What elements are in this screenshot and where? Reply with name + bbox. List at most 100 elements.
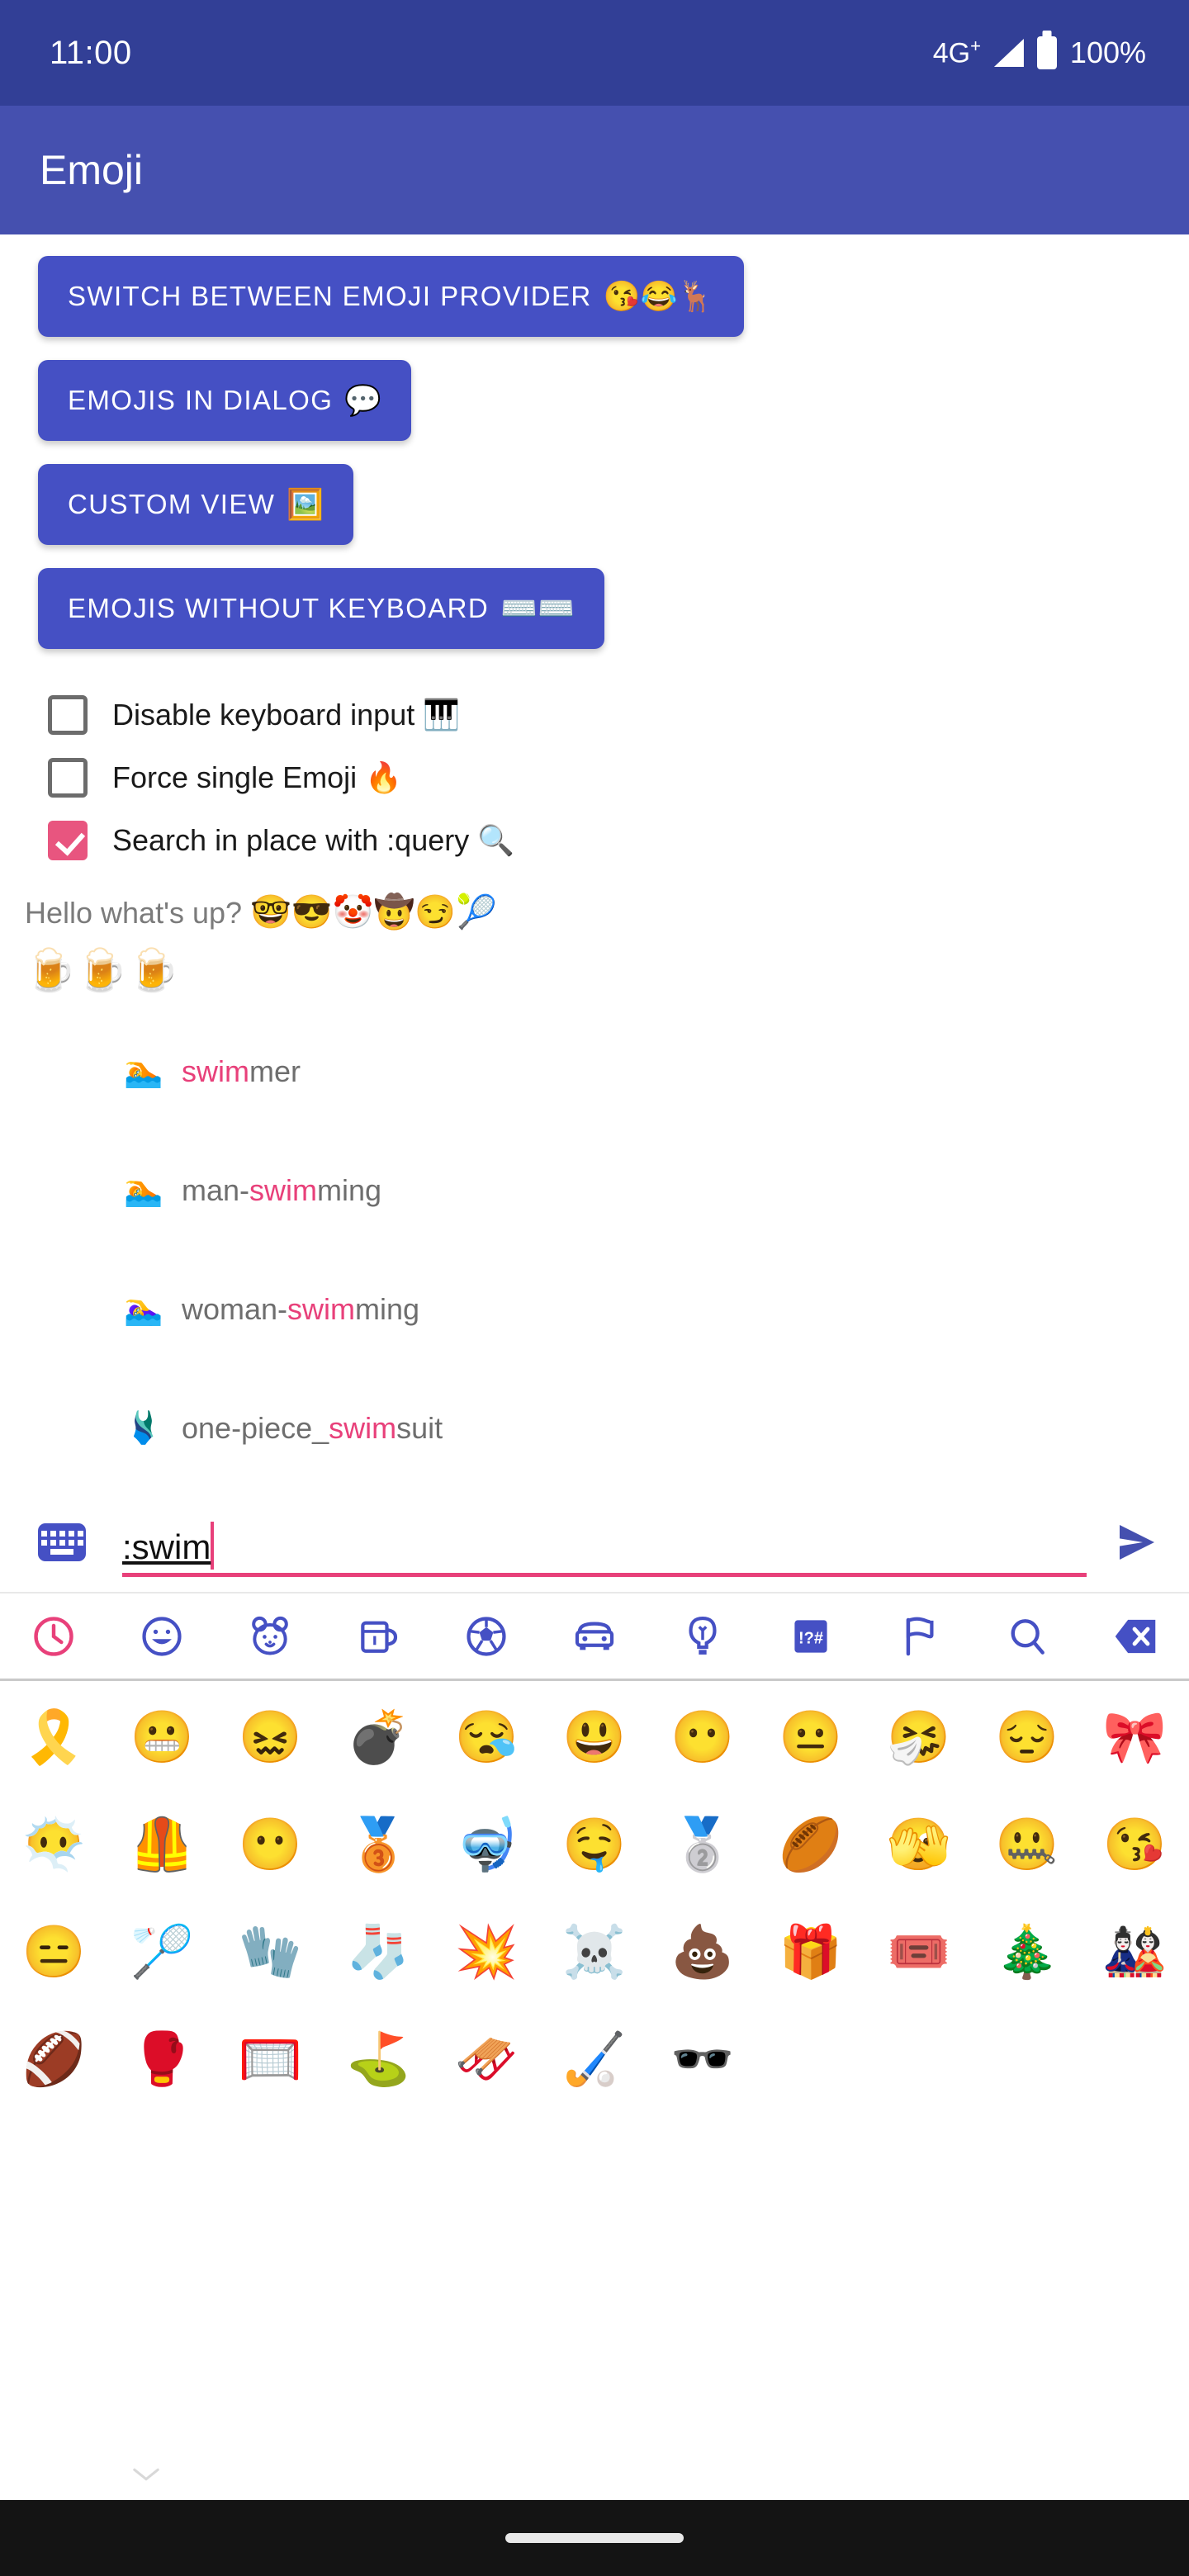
list-item[interactable]: 🏊‍♀️ woman-swimming [0, 1250, 1189, 1369]
emoji-cell[interactable]: 😔 [973, 1684, 1081, 1792]
emoji-cell[interactable]: 🛷 [433, 2006, 541, 2114]
list-item[interactable]: 🏊 man-swimming [0, 1131, 1189, 1250]
punctuation-icon: !?# [794, 1619, 827, 1653]
emoji-cell[interactable]: 🤧 [865, 1684, 973, 1792]
sidebar-item-smileys[interactable] [108, 1593, 216, 1679]
emojis-without-keyboard-button[interactable]: EMOJIS WITHOUT KEYBOARD ⌨️⌨️ [38, 568, 604, 649]
signal-strength-icon [993, 39, 1024, 67]
sidebar-item-animals[interactable] [216, 1593, 324, 1679]
emoji-cell[interactable]: 🫣 [865, 1792, 973, 1899]
emoji-cell[interactable]: 🎟️ [865, 1899, 973, 2006]
suggestion-prefix: man- [182, 1173, 250, 1207]
emoji-cell[interactable]: 🤿 [433, 1792, 541, 1899]
keyboard-icon[interactable] [38, 1523, 86, 1561]
home-indicator[interactable] [505, 2533, 684, 2543]
button-emoji: 😘😂🦌 [603, 279, 715, 313]
emoji-cell[interactable]: 🤐 [973, 1792, 1081, 1899]
checkbox-disable-keyboard-input[interactable]: Disable keyboard input 🎹 [0, 695, 1189, 735]
sidebar-item-flags[interactable] [865, 1593, 973, 1679]
suggestion-label: man-swimming [182, 1173, 381, 1208]
checkbox-label: Force single Emoji 🔥 [112, 760, 402, 795]
emoji-cell[interactable]: 🦺 [108, 1792, 216, 1899]
suggestion-emoji: 🩱 [124, 1411, 163, 1446]
status-clock: 11:00 [50, 34, 132, 71]
send-icon[interactable] [1111, 1519, 1163, 1565]
soccer-ball-icon [467, 1616, 506, 1656]
checkbox-search-in-place[interactable]: Search in place with :query 🔍 [0, 821, 1189, 860]
list-item[interactable]: 🩱 one-piece_swimsuit [0, 1369, 1189, 1488]
emoji-cell[interactable]: 🎄 [973, 1899, 1081, 2006]
car-icon [575, 1621, 614, 1650]
sidebar-item-symbols[interactable]: !?# [756, 1593, 865, 1679]
sidebar-item-food[interactable] [324, 1593, 433, 1679]
emoji-cell[interactable]: 🥈 [648, 1792, 756, 1899]
emoji-cell[interactable]: 🧦 [324, 1899, 433, 2006]
checkbox-box[interactable] [48, 821, 88, 860]
emoji-cell[interactable]: 😖 [216, 1684, 324, 1792]
status-indicators: 4G+ 100% [933, 36, 1146, 70]
emoji-cell[interactable]: 🎀 [1081, 1684, 1189, 1792]
emoji-cell[interactable]: 🥉 [324, 1792, 433, 1899]
emoji-cell[interactable]: 🎗️ [0, 1684, 108, 1792]
emoji-cell[interactable]: 🎎 [1081, 1899, 1189, 2006]
emoji-cell[interactable]: ⛳ [324, 2006, 433, 2114]
suggestion-suffix: ming [355, 1292, 420, 1326]
suggestion-match: swim [249, 1173, 318, 1207]
emoji-cell[interactable]: 💥 [433, 1899, 541, 2006]
emoji-cell[interactable]: 🤤 [541, 1792, 649, 1899]
checkbox-force-single-emoji[interactable]: Force single Emoji 🔥 [0, 758, 1189, 798]
emoji-cell[interactable]: 😶 [648, 1684, 756, 1792]
emoji-cell[interactable]: 😘 [1081, 1792, 1189, 1899]
suggestion-suffix: mer [249, 1054, 301, 1088]
suggestion-emoji: 🏊‍♀️ [124, 1292, 163, 1327]
sidebar-item-recent[interactable] [0, 1593, 108, 1679]
emoji-cell[interactable]: 😶 [216, 1792, 324, 1899]
checkbox-box[interactable] [48, 758, 88, 798]
network-type-text: 4G [932, 37, 971, 69]
cup-icon [361, 1621, 398, 1653]
checkbox-box[interactable] [48, 695, 88, 735]
emoji-cell[interactable]: 🧤 [216, 1899, 324, 2006]
list-item[interactable]: 🏊 swimmer [0, 1012, 1189, 1131]
emoji-cell[interactable]: 😃 [541, 1684, 649, 1792]
emojis-in-dialog-button[interactable]: EMOJIS IN DIALOG 💬 [38, 360, 412, 441]
checkbox-label-text: Force single Emoji [112, 760, 358, 794]
emoji-cell[interactable]: 🏈 [0, 2006, 108, 2114]
switch-emoji-provider-button[interactable]: SWITCH BETWEEN EMOJI PROVIDER 😘😂🦌 [38, 256, 745, 337]
emoji-cell[interactable]: 🏉 [756, 1792, 865, 1899]
suggestion-label: woman-swimming [182, 1292, 419, 1327]
emoji-cell[interactable]: 😐 [756, 1684, 865, 1792]
search-input-value: :swim [122, 1527, 211, 1566]
emoji-cell[interactable]: 🏸 [108, 1899, 216, 2006]
sidebar-item-objects[interactable] [648, 1593, 756, 1679]
sidebar-item-search[interactable] [973, 1593, 1081, 1679]
clock-icon [34, 1616, 74, 1656]
emoji-cell[interactable]: ☠️ [541, 1899, 649, 2006]
emoji-cell[interactable]: 🕶️ [648, 2006, 756, 2114]
emoji-cell[interactable]: 🏑 [541, 2006, 649, 2114]
emoji-cell[interactable]: 😪 [433, 1684, 541, 1792]
chevron-down-icon[interactable] [132, 2467, 160, 2482]
emoji-row: 🎗️ 😬 😖 💣 😪 😃 😶 😐 🤧 😔 🎀 [0, 1684, 1189, 1792]
emoji-cell[interactable]: 🎁 [756, 1899, 865, 2006]
emoji-row: 😶‍🌫️ 🦺 😶 🥉 🤿 🤤 🥈 🏉 🫣 🤐 😘 [0, 1792, 1189, 1899]
checkbox-label: Disable keyboard input 🎹 [112, 698, 460, 732]
emoji-cell[interactable]: 😑 [0, 1899, 108, 2006]
emoji-cell[interactable]: 💣 [324, 1684, 433, 1792]
battery-icon [1036, 36, 1057, 69]
suggestion-match: swim [182, 1054, 249, 1088]
sidebar-item-travel[interactable] [541, 1593, 649, 1679]
sidebar-item-activity[interactable] [433, 1593, 541, 1679]
search-input[interactable]: :swim [122, 1508, 1087, 1577]
emoji-cell[interactable]: 😶‍🌫️ [0, 1792, 108, 1899]
emoji-cell[interactable]: 🥊 [108, 2006, 216, 2114]
status-bar: 11:00 4G+ 100% [0, 0, 1189, 106]
emoji-cell[interactable]: 😬 [108, 1684, 216, 1792]
checkbox-label: Search in place with :query 🔍 [112, 823, 514, 858]
backspace-button[interactable] [1081, 1593, 1189, 1679]
custom-view-button[interactable]: CUSTOM VIEW 🖼️ [38, 464, 354, 545]
checkbox-label-text: Disable keyboard input [112, 698, 415, 732]
emoji-cell[interactable]: 💩 [648, 1899, 756, 2006]
emoji-cell[interactable]: 🥅 [216, 2006, 324, 2114]
suggestion-emoji: 🏊 [124, 1173, 163, 1208]
